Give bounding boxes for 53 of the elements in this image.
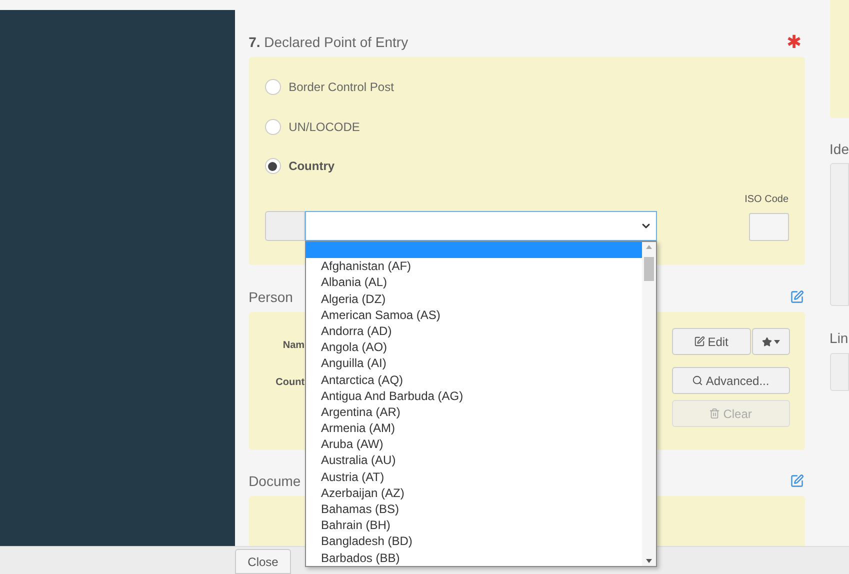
edit-icon: [694, 336, 705, 347]
radio-button[interactable]: [264, 118, 281, 134]
scroll-up-icon[interactable]: [646, 245, 652, 249]
country-option[interactable]: Argentina (AR): [306, 404, 642, 420]
country-option[interactable]: Aruba (AW): [306, 436, 642, 452]
addon-box: [264, 210, 305, 240]
field-label: Count: [276, 376, 305, 390]
iso-label: ISO Code: [744, 192, 789, 206]
country-option[interactable]: Austria (AT): [306, 468, 642, 485]
country-option[interactable]: Bahamas (BS): [306, 501, 642, 518]
edit-icon[interactable]: [790, 290, 804, 304]
country-option[interactable]: Albania (AL): [306, 274, 642, 291]
section-title: Person: [248, 288, 293, 306]
country-select[interactable]: [304, 210, 657, 240]
radio-button[interactable]: [264, 79, 281, 95]
radio-label: Country: [288, 158, 335, 175]
close-button[interactable]: Close: [235, 549, 291, 574]
country-option[interactable]: Antigua And Barbuda (AG): [306, 388, 642, 404]
scroll-down-icon[interactable]: [646, 559, 652, 563]
section-title: 7. Declared Point of Entry: [248, 32, 408, 52]
side-label: Ide: [830, 140, 849, 159]
field-label: Nam: [282, 339, 305, 353]
trash-icon: [709, 408, 720, 419]
country-option[interactable]: Bangladesh (BD): [306, 533, 642, 550]
country-option[interactable]: Angola (AO): [306, 339, 642, 356]
action-button[interactable]: Advanced...: [672, 367, 790, 394]
side-label: Lin: [830, 329, 849, 348]
country-option[interactable]: Algeria (DZ): [306, 290, 642, 307]
radio-button[interactable]: [264, 158, 281, 174]
search-icon: [692, 375, 703, 386]
iso-code-field[interactable]: [748, 212, 789, 240]
country-option[interactable]: Barbados (BB): [306, 550, 642, 566]
country-option[interactable]: Anguilla (AI): [306, 355, 642, 372]
action-button[interactable]: Edit: [672, 328, 751, 355]
country-option[interactable]: American Samoa (AS): [306, 306, 642, 323]
radio-label: UN/LOCODE: [288, 118, 360, 136]
radio-label: Border Control Post: [288, 79, 394, 96]
caret-icon: [774, 340, 780, 344]
required-mark: ✱: [786, 33, 802, 51]
edit-icon[interactable]: [790, 474, 804, 488]
section-title: Docume: [248, 472, 301, 490]
scrollbar[interactable]: [642, 242, 656, 566]
scroll-thumb[interactable]: [644, 257, 654, 281]
country-option[interactable]: Australia (AU): [306, 452, 642, 469]
favorites-button[interactable]: [752, 328, 790, 355]
country-option[interactable]: Antarctica (AQ): [306, 372, 642, 388]
country-option[interactable]: [306, 242, 642, 258]
country-option[interactable]: Armenia (AM): [306, 420, 642, 436]
country-option[interactable]: Azerbaijan (AZ): [306, 484, 642, 501]
country-option[interactable]: Andorra (AD): [306, 322, 642, 340]
star-icon: [762, 336, 772, 346]
country-option[interactable]: Bahrain (BH): [306, 517, 642, 534]
country-option[interactable]: Afghanistan (AF): [306, 258, 642, 274]
